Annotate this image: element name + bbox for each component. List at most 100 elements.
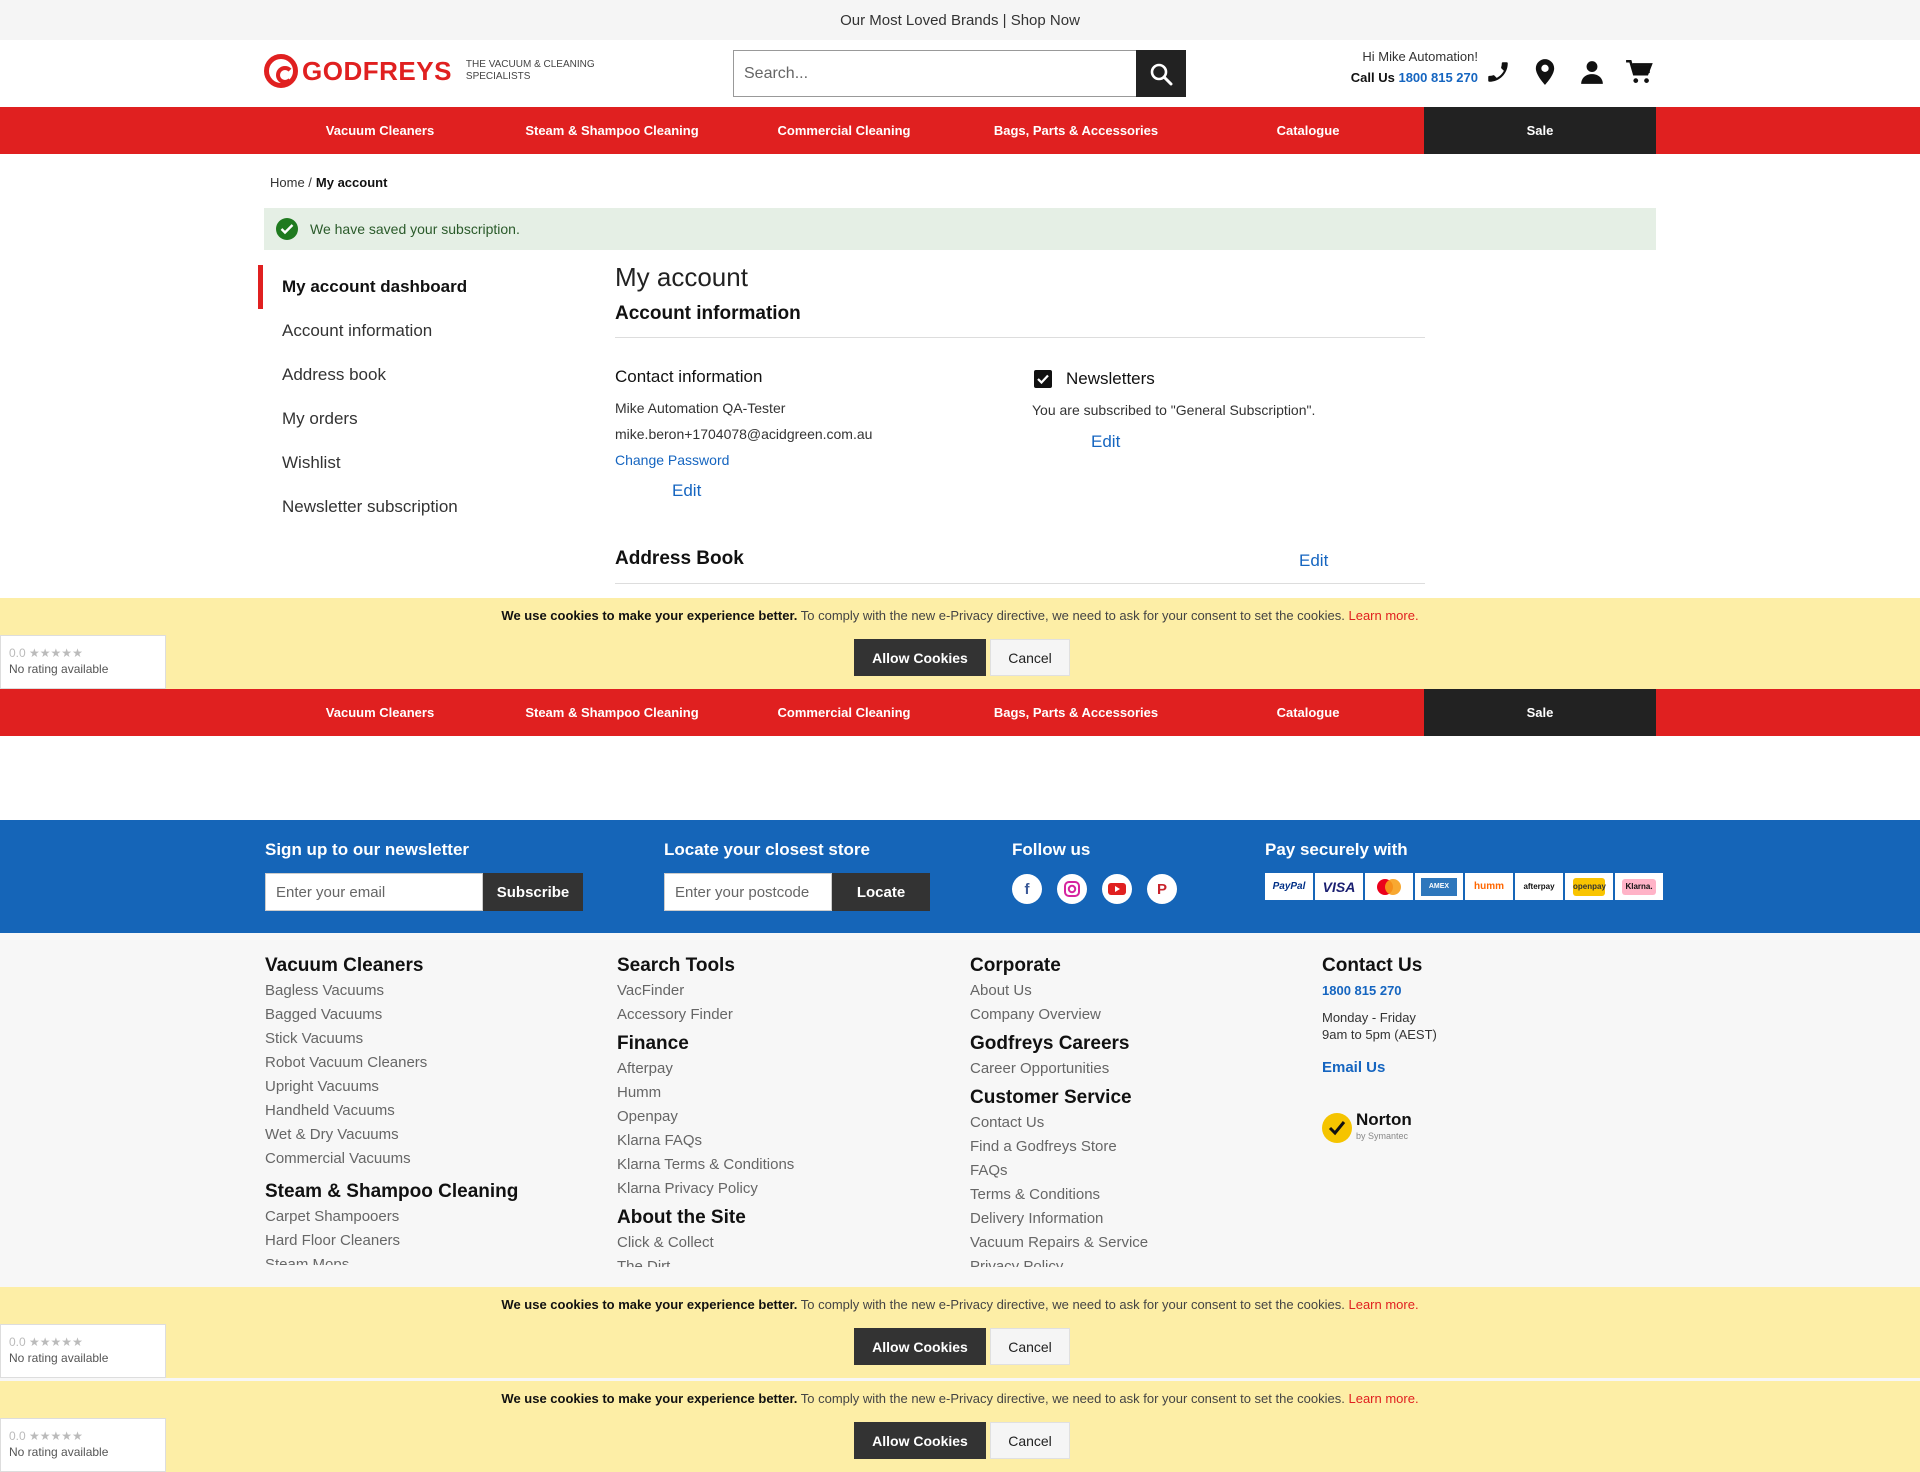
allow-cookies-button[interactable]: Allow Cookies (854, 1328, 986, 1365)
newsletter-edit-link[interactable]: Edit (1091, 432, 1120, 452)
newsletter-checkbox[interactable] (1034, 370, 1052, 388)
klarna-icon: Klarna. (1615, 873, 1663, 900)
nav-commercial-cleaning[interactable]: Commercial Cleaning (728, 689, 960, 736)
footer-link[interactable]: FAQs (970, 1159, 1148, 1183)
instagram-icon[interactable] (1057, 874, 1087, 904)
search-button[interactable] (1136, 50, 1186, 97)
newsletter-email-input[interactable]: Enter your email (265, 873, 483, 911)
sidebar-item-address-book[interactable]: Address book (258, 353, 558, 397)
rating-stars: ★★★★★ (29, 1335, 83, 1349)
follow-heading: Follow us (1012, 840, 1091, 859)
promo-link[interactable]: Our Most Loved Brands | Shop Now (840, 12, 1080, 29)
nav-sale[interactable]: Sale (1424, 107, 1656, 154)
footer-link[interactable]: Carpet Shampooers (265, 1205, 518, 1229)
footer-link[interactable]: Robot Vacuum Cleaners (265, 1051, 518, 1075)
footer-phone-link[interactable]: 1800 815 270 (1322, 979, 1437, 1003)
rating-label: No rating available (9, 662, 109, 676)
logo[interactable]: GODFREYS THE VACUUM & CLEANING SPECIALIS… (264, 54, 596, 88)
search-input[interactable] (733, 50, 1136, 97)
footer-link[interactable]: Openpay (617, 1105, 794, 1129)
rating-widget[interactable]: 0.0 ★★★★★ No rating available (0, 1324, 166, 1378)
rating-score: 0.0 (9, 646, 26, 660)
footer-signup-band: Sign up to our newsletter Enter your ema… (0, 820, 1920, 933)
allow-cookies-button[interactable]: Allow Cookies (854, 1422, 986, 1459)
footer-link[interactable]: Steam Mops (265, 1253, 518, 1265)
nav-steam-shampoo[interactable]: Steam & Shampoo Cleaning (496, 689, 728, 736)
sidebar-item-account-information[interactable]: Account information (258, 309, 558, 353)
change-password-link[interactable]: Change Password (615, 452, 729, 468)
cookie-learn-more[interactable]: Learn more. (1348, 608, 1418, 623)
footer-heading-careers: Godfreys Careers (970, 1033, 1130, 1054)
brand-tagline: THE VACUUM & CLEANING SPECIALISTS (465, 59, 595, 82)
sidebar-item-dashboard[interactable]: My account dashboard (258, 265, 558, 309)
footer-link[interactable]: Wet & Dry Vacuums (265, 1123, 518, 1147)
nav-vacuum-cleaners[interactable]: Vacuum Cleaners (264, 689, 496, 736)
email-us-link[interactable]: Email Us (1322, 1059, 1437, 1076)
location-pin-icon[interactable] (1531, 57, 1559, 87)
rating-widget[interactable]: 0.0 ★★★★★ No rating available (0, 635, 166, 689)
cookie-text: To comply with the new e-Privacy directi… (797, 1391, 1349, 1406)
locate-button[interactable]: Locate (832, 873, 930, 911)
youtube-icon[interactable] (1102, 874, 1132, 904)
footer-link[interactable]: Stick Vacuums (265, 1027, 518, 1051)
payment-methods: PayPal VISA AMEX humm afterpay openpay K… (1265, 873, 1663, 900)
footer-link[interactable]: Contact Us (970, 1111, 1148, 1135)
footer-link[interactable]: Terms & Conditions (970, 1183, 1148, 1207)
footer-link[interactable]: VacFinder (617, 979, 794, 1003)
footer-link[interactable]: Vacuum Repairs & Service (970, 1231, 1148, 1255)
footer-link[interactable]: Delivery Information (970, 1207, 1148, 1231)
footer-link[interactable]: Hard Floor Cleaners (265, 1229, 518, 1253)
footer-link[interactable]: Career Opportunities (970, 1057, 1148, 1081)
footer-link[interactable]: Klarna Terms & Conditions (617, 1153, 794, 1177)
nav-commercial-cleaning[interactable]: Commercial Cleaning (728, 107, 960, 154)
footer-link[interactable]: Afterpay (617, 1057, 794, 1081)
footer-link[interactable]: Accessory Finder (617, 1003, 794, 1027)
footer-link[interactable]: Company Overview (970, 1003, 1148, 1027)
postcode-input[interactable]: Enter your postcode (664, 873, 832, 911)
sidebar-item-my-orders[interactable]: My orders (258, 397, 558, 441)
nav-bags-parts[interactable]: Bags, Parts & Accessories (960, 107, 1192, 154)
header-phone-link[interactable]: 1800 815 270 (1398, 70, 1478, 85)
footer-link[interactable]: Bagless Vacuums (265, 979, 518, 1003)
facebook-icon[interactable]: f (1012, 874, 1042, 904)
subscribe-button[interactable]: Subscribe (483, 873, 583, 911)
cookie-learn-more[interactable]: Learn more. (1348, 1391, 1418, 1406)
contact-edit-link[interactable]: Edit (672, 481, 701, 501)
address-book-edit-link[interactable]: Edit (1299, 551, 1328, 571)
footer-link[interactable]: About Us (970, 979, 1148, 1003)
phone-icon[interactable] (1484, 57, 1512, 87)
nav-catalogue[interactable]: Catalogue (1192, 107, 1424, 154)
pinterest-icon[interactable]: P (1147, 874, 1177, 904)
cart-icon[interactable] (1625, 57, 1653, 87)
search-icon (1150, 63, 1173, 85)
nav-catalogue[interactable]: Catalogue (1192, 689, 1424, 736)
footer-link[interactable]: Humm (617, 1081, 794, 1105)
cancel-cookies-button[interactable]: Cancel (990, 1328, 1070, 1365)
sidebar-item-wishlist[interactable]: Wishlist (258, 441, 558, 485)
footer-link[interactable]: Bagged Vacuums (265, 1003, 518, 1027)
footer-link[interactable]: Commercial Vacuums (265, 1147, 518, 1171)
footer-link[interactable]: Click & Collect (617, 1231, 794, 1255)
norton-name: Norton (1356, 1110, 1412, 1129)
nav-steam-shampoo[interactable]: Steam & Shampoo Cleaning (496, 107, 728, 154)
footer-link[interactable]: Privacy Policy (970, 1255, 1148, 1267)
rating-stars: ★★★★★ (29, 646, 83, 660)
openpay-icon: openpay (1565, 873, 1613, 900)
nav-bags-parts[interactable]: Bags, Parts & Accessories (960, 689, 1192, 736)
footer-link[interactable]: Handheld Vacuums (265, 1099, 518, 1123)
footer-link[interactable]: The Dirt (617, 1255, 794, 1267)
footer-link[interactable]: Find a Godfreys Store (970, 1135, 1148, 1159)
cookie-learn-more[interactable]: Learn more. (1348, 1297, 1418, 1312)
sidebar-item-newsletter[interactable]: Newsletter subscription (258, 485, 558, 529)
nav-sale[interactable]: Sale (1424, 689, 1656, 736)
allow-cookies-button[interactable]: Allow Cookies (854, 639, 986, 676)
nav-vacuum-cleaners[interactable]: Vacuum Cleaners (264, 107, 496, 154)
footer-link[interactable]: Upright Vacuums (265, 1075, 518, 1099)
rating-widget[interactable]: 0.0 ★★★★★ No rating available (0, 1418, 166, 1472)
cancel-cookies-button[interactable]: Cancel (990, 639, 1070, 676)
footer-link[interactable]: Klarna FAQs (617, 1129, 794, 1153)
breadcrumb-home[interactable]: Home / (270, 175, 312, 190)
cancel-cookies-button[interactable]: Cancel (990, 1422, 1070, 1459)
footer-link[interactable]: Klarna Privacy Policy (617, 1177, 794, 1201)
user-icon[interactable] (1578, 57, 1606, 87)
